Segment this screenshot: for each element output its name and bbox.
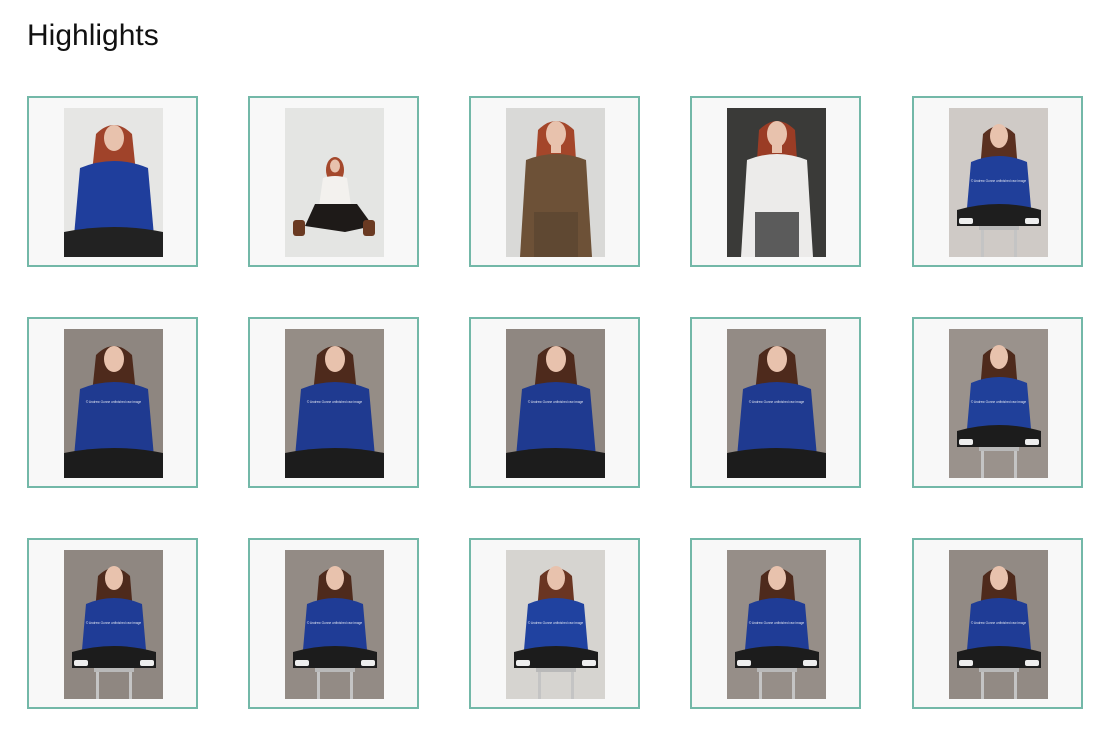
- gallery-tile[interactable]: © Andrew Gunne unfinished raw image: [469, 538, 640, 709]
- gallery-tile[interactable]: © Andrew Gunne unfinished raw image: [248, 538, 419, 709]
- gallery-tile[interactable]: [690, 96, 861, 267]
- gallery-photo: © Andrew Gunne unfinished raw image: [64, 550, 163, 699]
- gallery-photo: [64, 108, 163, 257]
- photo-watermark: © Andrew Gunne unfinished raw image: [85, 621, 142, 625]
- photo-watermark: © Andrew Gunne unfinished raw image: [970, 179, 1027, 183]
- gallery-tile[interactable]: [27, 96, 198, 267]
- gallery-tile[interactable]: © Andrew Gunne unfinished raw image: [469, 317, 640, 488]
- gallery-photo: © Andrew Gunne unfinished raw image: [285, 550, 384, 699]
- photo-watermark: © Andrew Gunne unfinished raw image: [306, 621, 363, 625]
- gallery-tile[interactable]: © Andrew Gunne unfinished raw image: [248, 317, 419, 488]
- portrait-image: [727, 108, 826, 257]
- gallery-tile[interactable]: [469, 96, 640, 267]
- gallery-photo: © Andrew Gunne unfinished raw image: [285, 329, 384, 478]
- photo-watermark: © Andrew Gunne unfinished raw image: [970, 400, 1027, 404]
- gallery-tile[interactable]: © Andrew Gunne unfinished raw image: [27, 538, 198, 709]
- photo-watermark: © Andrew Gunne unfinished raw image: [85, 400, 142, 404]
- gallery-photo: © Andrew Gunne unfinished raw image: [506, 329, 605, 478]
- gallery-tile[interactable]: © Andrew Gunne unfinished raw image: [912, 538, 1083, 709]
- portrait-image: [64, 108, 163, 257]
- gallery-tile[interactable]: © Andrew Gunne unfinished raw image: [27, 317, 198, 488]
- gallery-photo: © Andrew Gunne unfinished raw image: [949, 329, 1048, 478]
- gallery-tile[interactable]: [248, 96, 419, 267]
- gallery-photo: © Andrew Gunne unfinished raw image: [727, 329, 826, 478]
- gallery-photo: © Andrew Gunne unfinished raw image: [506, 550, 605, 699]
- gallery-photo: [506, 108, 605, 257]
- gallery-tile[interactable]: © Andrew Gunne unfinished raw image: [690, 538, 861, 709]
- gallery-photo: [285, 108, 384, 257]
- photo-watermark: © Andrew Gunne unfinished raw image: [306, 400, 363, 404]
- gallery-tile[interactable]: © Andrew Gunne unfinished raw image: [912, 96, 1083, 267]
- photo-watermark: © Andrew Gunne unfinished raw image: [748, 400, 805, 404]
- gallery-tile[interactable]: © Andrew Gunne unfinished raw image: [690, 317, 861, 488]
- portrait-image: [285, 108, 384, 257]
- photo-watermark: © Andrew Gunne unfinished raw image: [527, 400, 584, 404]
- photo-watermark: © Andrew Gunne unfinished raw image: [527, 621, 584, 625]
- photo-watermark: © Andrew Gunne unfinished raw image: [748, 621, 805, 625]
- gallery-photo: © Andrew Gunne unfinished raw image: [949, 108, 1048, 257]
- gallery-photo: © Andrew Gunne unfinished raw image: [949, 550, 1048, 699]
- gallery-photo: © Andrew Gunne unfinished raw image: [64, 329, 163, 478]
- gallery-photo: [727, 108, 826, 257]
- portrait-image: [506, 108, 605, 257]
- gallery-photo: © Andrew Gunne unfinished raw image: [727, 550, 826, 699]
- photo-watermark: © Andrew Gunne unfinished raw image: [970, 621, 1027, 625]
- gallery-tile[interactable]: © Andrew Gunne unfinished raw image: [912, 317, 1083, 488]
- highlights-gallery: © Andrew Gunne unfinished raw image © And…: [0, 0, 1104, 739]
